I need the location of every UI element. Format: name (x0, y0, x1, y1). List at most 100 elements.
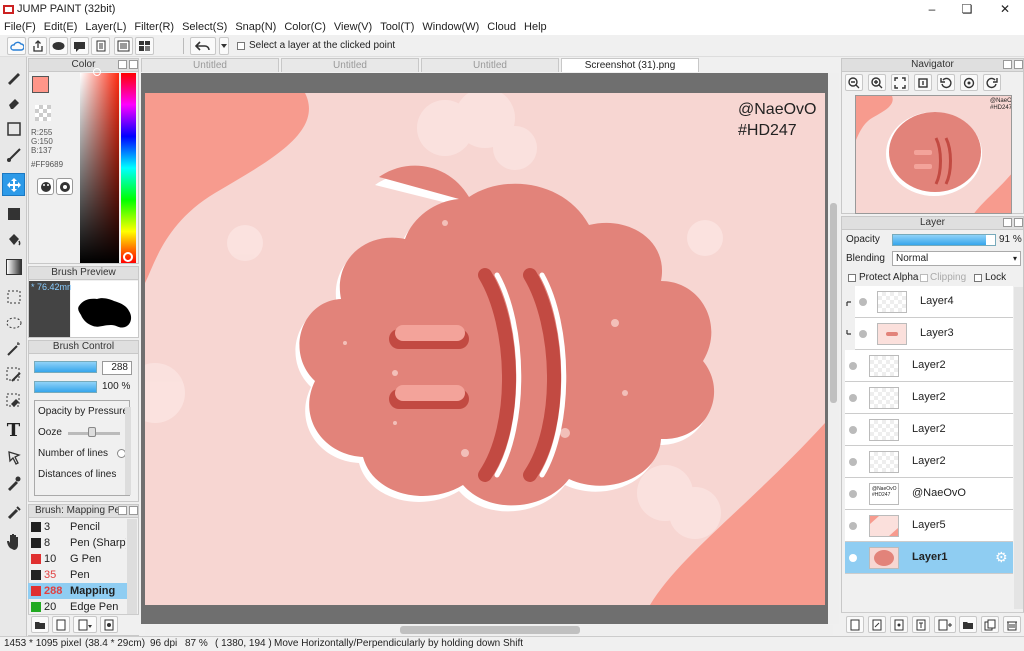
fill-rect-tool-icon[interactable] (2, 202, 25, 225)
visibility-icon[interactable] (859, 330, 867, 338)
brush-menu-icon[interactable] (73, 616, 97, 633)
brush-settings-icon[interactable] (100, 616, 118, 633)
brush-folder-icon[interactable] (31, 616, 49, 633)
brush-panel-float-icon[interactable] (118, 506, 127, 515)
zoom-in-icon[interactable] (868, 74, 886, 91)
visibility-icon[interactable] (849, 458, 857, 466)
new-text-layer-icon[interactable] (912, 616, 930, 633)
tab-untitled-3[interactable]: Untitled (421, 58, 559, 72)
hue-slider-handle[interactable] (123, 252, 133, 262)
lock-checkbox[interactable] (974, 274, 982, 282)
brush-tool-icon[interactable] (2, 65, 25, 88)
layer-row-layer4[interactable]: Layer4 (855, 286, 1013, 318)
brush-panel-close-icon[interactable] (129, 506, 138, 515)
visibility-icon[interactable] (849, 554, 857, 562)
color-settings-icon[interactable] (56, 178, 73, 195)
text-tool-icon[interactable]: T (2, 419, 25, 442)
layer-row-layer2[interactable]: Layer2 (845, 414, 1013, 446)
layer-opacity-slider[interactable] (892, 234, 996, 246)
close-icon[interactable]: ✕ (988, 0, 1022, 19)
visibility-icon[interactable] (849, 490, 857, 498)
layer-close-icon[interactable] (1014, 218, 1023, 227)
canvas-vertical-scrollbar[interactable] (828, 73, 839, 624)
menu-view[interactable]: View(V) (330, 19, 376, 35)
select-eraser-tool-icon[interactable] (2, 389, 25, 412)
bucket-tool-icon[interactable] (2, 228, 25, 251)
menu-file[interactable]: File(F) (0, 19, 40, 35)
menu-window[interactable]: Window(W) (418, 19, 483, 35)
ooze-slider-handle[interactable] (88, 427, 96, 437)
undo-icon[interactable] (190, 37, 216, 55)
eyedropper-tool-icon[interactable] (2, 471, 25, 494)
comment-icon[interactable] (49, 37, 68, 55)
magic-wand-tool-icon[interactable] (2, 337, 25, 360)
cloud-icon[interactable] (7, 37, 26, 55)
rotate-left-icon[interactable] (937, 74, 955, 91)
lasso-tool-icon[interactable] (2, 311, 25, 334)
visibility-icon[interactable] (859, 298, 867, 306)
layer-blending-select[interactable]: Normal ▾ (892, 251, 1021, 266)
brush-options-scrollbar[interactable] (125, 407, 131, 495)
fit-window-icon[interactable] (891, 74, 909, 91)
layer-row-naeovo[interactable]: @NaeOvO #HD247 @NaeOvO (845, 478, 1013, 510)
rotate-reset-icon[interactable] (960, 74, 978, 91)
brush-item[interactable]: 10 G Pen (28, 551, 127, 567)
layer-row-layer5[interactable]: Layer5 (845, 510, 1013, 542)
duplicate-layer-icon[interactable] (981, 616, 999, 633)
transparent-swatch[interactable] (35, 105, 51, 121)
eraser-tool-icon[interactable] (2, 91, 25, 114)
visibility-icon[interactable] (849, 362, 857, 370)
canvas-horizontal-scrollbar[interactable] (145, 625, 833, 635)
brush-item[interactable]: 35 Pen (28, 567, 127, 583)
tab-screenshot[interactable]: Screenshot (31).png (561, 58, 699, 72)
layer-list-scrollbar[interactable] (1014, 287, 1023, 609)
list-icon[interactable] (114, 37, 133, 55)
rectangle-tool-icon[interactable] (2, 117, 25, 140)
visibility-icon[interactable] (849, 522, 857, 530)
select-layer-checkbox[interactable] (237, 42, 245, 50)
undo-dropdown-icon[interactable] (219, 37, 229, 55)
brush-size-value[interactable]: 288 (102, 361, 132, 375)
gradient-tool-icon[interactable] (2, 255, 25, 278)
move-tool-icon[interactable] (2, 173, 25, 196)
brush-item[interactable]: 8 Pen (Sharp) (28, 535, 127, 551)
grid-layout-icon[interactable] (135, 37, 154, 55)
actual-size-icon[interactable] (914, 74, 932, 91)
layer-row-layer2[interactable]: Layer2 (845, 382, 1013, 414)
rect-select-tool-icon[interactable] (2, 285, 25, 308)
layer-folder-icon[interactable] (959, 616, 977, 633)
new-halftone-layer-icon[interactable] (890, 616, 908, 633)
menu-tool[interactable]: Tool(T) (376, 19, 418, 35)
share-icon[interactable] (28, 37, 47, 55)
delete-layer-icon[interactable] (1003, 616, 1021, 633)
brush-item[interactable]: 3 Pencil (28, 519, 127, 535)
layer-settings-gear-icon[interactable]: ⚙ (995, 549, 1008, 566)
menu-snap[interactable]: Snap(N) (231, 19, 280, 35)
tab-untitled-1[interactable]: Untitled (141, 58, 279, 72)
menu-edit[interactable]: Edit(E) (40, 19, 82, 35)
brush-item[interactable]: 20 Edge Pen (28, 599, 127, 615)
message-icon[interactable] (70, 37, 89, 55)
menu-color[interactable]: Color(C) (280, 19, 330, 35)
protect-alpha-checkbox[interactable] (848, 274, 856, 282)
new-vector-layer-icon[interactable] (868, 616, 886, 633)
hand-tool-icon[interactable] (2, 529, 25, 552)
menu-filter[interactable]: Filter(R) (130, 19, 178, 35)
clipping-checkbox[interactable] (920, 274, 928, 282)
balloon-tool-icon[interactable] (2, 445, 25, 468)
menu-select[interactable]: Select(S) (178, 19, 231, 35)
color-picker-cursor[interactable] (93, 68, 101, 76)
layer-row-layer2[interactable]: Layer2 (845, 446, 1013, 478)
menu-help[interactable]: Help (520, 19, 551, 35)
layer-row-layer3[interactable]: Layer3 (855, 318, 1013, 350)
line-tool-icon[interactable] (2, 143, 25, 166)
minimize-icon[interactable]: – (915, 0, 949, 19)
add-layer-menu-icon[interactable] (934, 616, 956, 633)
palette-icon[interactable] (37, 178, 54, 195)
menu-layer[interactable]: Layer(L) (81, 19, 130, 35)
maximize-icon[interactable]: ❏ (950, 0, 984, 19)
tab-untitled-2[interactable]: Untitled (281, 58, 419, 72)
current-color-swatch[interactable] (32, 76, 49, 93)
dropper-tool-icon[interactable] (2, 501, 25, 524)
brush-size-slider[interactable] (34, 361, 97, 373)
